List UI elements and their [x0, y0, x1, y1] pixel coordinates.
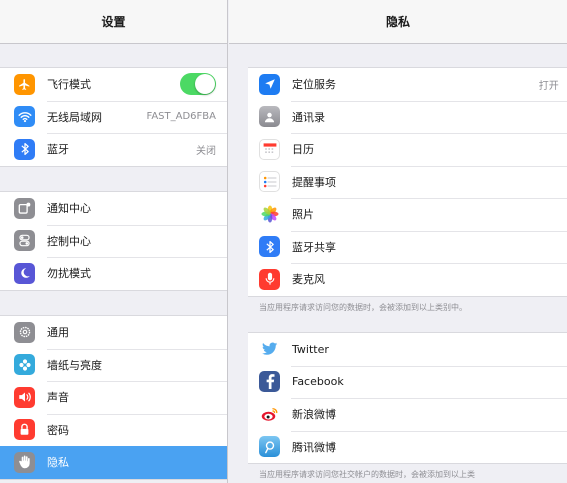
connectivity-group: 飞行模式 无线局域网 FAST_AD6FBA 蓝牙 关闭 [0, 67, 227, 167]
privacy-item-label: 定位服务 [292, 78, 336, 92]
privacy-item-label: 蓝牙共享 [292, 240, 336, 254]
tencent-weibo-icon [259, 436, 280, 458]
sidebar-item-label: 无线局域网 [47, 110, 102, 124]
lock-icon [14, 419, 35, 441]
wifi-icon [14, 106, 35, 128]
privacy-item-reminders[interactable]: 提醒事项 › [248, 165, 567, 199]
sidebar-item-label: 墙纸与亮度 [47, 358, 102, 372]
reminders-icon [259, 171, 280, 193]
sidebar-item-wallpaper-brightness[interactable]: 墙纸与亮度 [0, 348, 227, 382]
privacy-footer-note: 当应用程序请求访问您的数据时，会被添加到以上类别中。 [259, 303, 467, 312]
sidebar-item-notification-center[interactable]: 通知中心 [0, 192, 227, 225]
social-footer-note: 当应用程序请求访问您社交帐户的数据时，会被添加到以上类 [259, 470, 475, 479]
contacts-icon [259, 106, 280, 128]
privacy-item-label: Facebook [292, 375, 344, 389]
sidebar-item-general[interactable]: 通用 [0, 316, 227, 349]
social-accounts-group: Twitter › Facebook › 新浪微博 › [248, 332, 567, 464]
sidebar-item-label: 声音 [47, 391, 69, 405]
facebook-icon [259, 371, 280, 393]
privacy-item-label: 腾讯微博 [292, 440, 336, 454]
sidebar-item-label: 控制中心 [47, 234, 91, 248]
sidebar-item-label: 通用 [47, 326, 69, 340]
privacy-item-label: 麦克风 [292, 273, 325, 287]
sidebar-item-label: 隐私 [47, 456, 69, 470]
sidebar-item-label: 蓝牙 [47, 143, 69, 157]
sidebar-item-airplane-mode[interactable]: 飞行模式 [0, 68, 227, 101]
privacy-item-label: 照片 [292, 208, 314, 222]
privacy-item-photos[interactable]: 照片 › [248, 198, 567, 231]
notifications-group: 通知中心 控制中心 勿扰模式 [0, 191, 227, 291]
notification-center-icon [14, 197, 35, 219]
settings-title: 设置 [101, 15, 126, 29]
sidebar-item-label: 密码 [47, 423, 69, 437]
moon-icon [14, 262, 35, 284]
sidebar-item-label: 勿扰模式 [47, 267, 91, 281]
privacy-item-label: 新浪微博 [292, 408, 336, 422]
privacy-item-microphone[interactable]: 麦克风 › [248, 263, 567, 296]
sidebar-item-label: 飞行模式 [47, 78, 91, 92]
sina-weibo-icon [259, 403, 280, 425]
sidebar-item-do-not-disturb[interactable]: 勿扰模式 [0, 257, 227, 290]
twitter-icon [259, 338, 280, 360]
hand-icon [14, 451, 35, 473]
privacy-item-facebook[interactable]: Facebook › [248, 365, 567, 399]
airplane-mode-toggle[interactable] [180, 73, 216, 96]
privacy-nav-bar: 隐私 [229, 0, 567, 44]
airplane-icon [14, 73, 35, 95]
control-center-icon [14, 230, 35, 252]
bluetooth-icon [14, 138, 35, 160]
privacy-item-tencent-weibo[interactable]: 腾讯微博 › [248, 430, 567, 464]
bluetooth-icon [259, 236, 280, 258]
privacy-item-label: 日历 [292, 143, 314, 157]
privacy-item-label: Twitter [292, 342, 329, 356]
sidebar-item-wifi[interactable]: 无线局域网 FAST_AD6FBA [0, 100, 227, 134]
sidebar-item-privacy[interactable]: 隐私 [0, 446, 227, 479]
device-group: 通用 墙纸与亮度 声音 密码 隐私 [0, 315, 227, 480]
sidebar-item-label: 通知中心 [47, 202, 91, 216]
privacy-detail-pane: 隐私 定位服务 打开 › 通讯录 › [229, 0, 567, 483]
screen: 设置 飞行模式 无线局域网 FAST_AD6FBA 蓝牙 关闭 通知中心 控制中… [0, 0, 567, 483]
speaker-icon [14, 386, 35, 408]
photos-icon [259, 203, 280, 225]
settings-sidebar: 设置 飞行模式 无线局域网 FAST_AD6FBA 蓝牙 关闭 通知中心 控制中… [0, 0, 228, 483]
privacy-item-sina-weibo[interactable]: 新浪微博 › [248, 398, 567, 431]
location-services-status: 打开 [538, 80, 559, 92]
privacy-item-calendars[interactable]: 日历 › [248, 133, 567, 166]
gear-icon [14, 321, 35, 343]
privacy-data-group: 定位服务 打开 › 通讯录 › 日历 › [248, 67, 567, 297]
privacy-item-twitter[interactable]: Twitter › [248, 333, 567, 366]
privacy-item-bluetooth-sharing[interactable]: 蓝牙共享 › [248, 230, 567, 264]
calendar-icon [259, 138, 280, 160]
toggle-knob [195, 74, 215, 95]
wallpaper-icon [14, 354, 35, 376]
wifi-network-value: FAST_AD6FBA [146, 111, 217, 123]
privacy-item-location-services[interactable]: 定位服务 打开 › [248, 68, 567, 101]
location-arrow-icon [259, 73, 280, 95]
sidebar-item-bluetooth[interactable]: 蓝牙 关闭 [0, 133, 227, 166]
sidebar-item-sounds[interactable]: 声音 [0, 381, 227, 414]
microphone-icon [259, 268, 280, 290]
bluetooth-status-value: 关闭 [196, 145, 216, 157]
settings-nav-bar: 设置 [0, 0, 227, 44]
sidebar-item-passcode[interactable]: 密码 [0, 413, 227, 447]
sidebar-item-control-center[interactable]: 控制中心 [0, 224, 227, 258]
privacy-item-contacts[interactable]: 通讯录 › [248, 100, 567, 134]
privacy-item-label: 通讯录 [292, 110, 325, 124]
privacy-item-label: 提醒事项 [292, 175, 336, 189]
privacy-title: 隐私 [385, 15, 410, 29]
